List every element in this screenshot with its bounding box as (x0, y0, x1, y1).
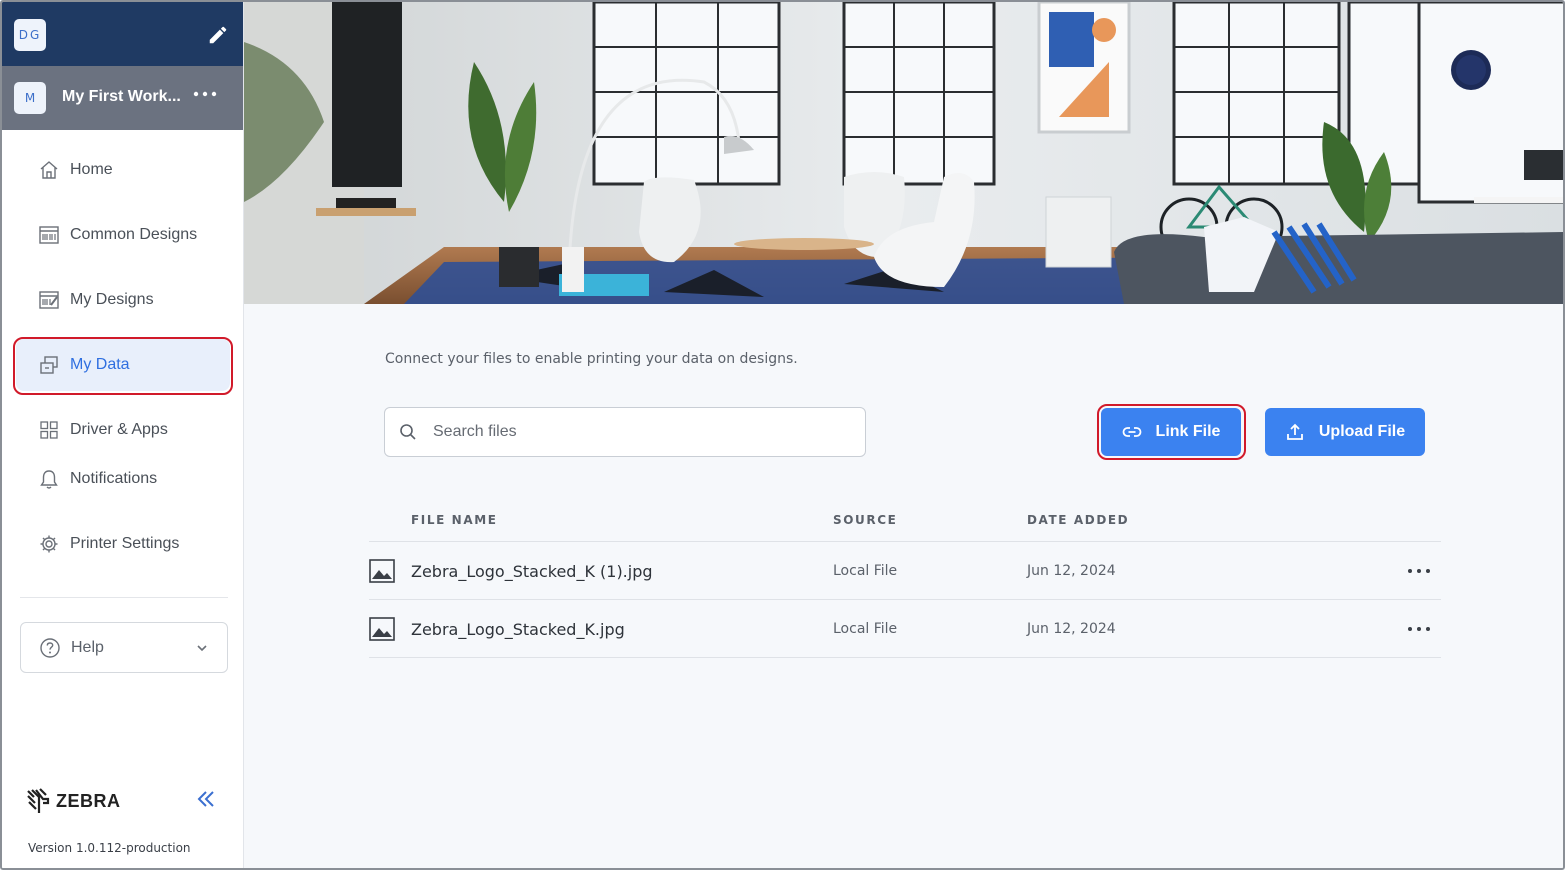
sidebar-header: DG (2, 2, 243, 66)
sidebar-item-my-data[interactable]: My Data (16, 339, 230, 391)
bell-icon (38, 468, 60, 490)
sidebar-item-home[interactable]: Home (16, 144, 230, 196)
sidebar-item-label: My Designs (70, 291, 154, 308)
version-text: Version 1.0.112-production (28, 841, 191, 855)
workspace-switcher[interactable]: M My First Work... (2, 66, 243, 130)
file-date: Jun 12, 2024 (1027, 621, 1116, 637)
file-name[interactable]: Zebra_Logo_Stacked_K.jpg (411, 620, 625, 639)
file-source: Local File (833, 563, 898, 579)
gear-icon (38, 533, 60, 555)
pencil-icon[interactable] (207, 24, 229, 46)
search-box[interactable] (384, 407, 866, 457)
help-dropdown[interactable]: Help (20, 622, 228, 673)
sidebar-item-label: My Data (70, 356, 130, 373)
upload-file-label: Upload File (1318, 423, 1406, 440)
workspace-name: My First Work... (62, 88, 181, 105)
column-header-file-name[interactable]: FILE NAME (411, 513, 498, 527)
upload-icon (1286, 423, 1303, 440)
brand-wordmark: ZEBRA (56, 790, 121, 811)
search-input[interactable] (433, 423, 833, 441)
file-date: Jun 12, 2024 (1027, 563, 1116, 579)
sidebar-item-label: Driver & Apps (70, 421, 168, 438)
workspace-avatar: M (14, 82, 46, 114)
table-row[interactable]: Zebra_Logo_Stacked_K (1).jpg Local File … (369, 542, 1441, 600)
help-label: Help (71, 638, 104, 656)
column-header-source[interactable]: SOURCE (833, 513, 897, 527)
link-file-button[interactable]: Link File (1101, 408, 1241, 456)
apps-grid-icon (38, 419, 60, 441)
table-row[interactable]: Zebra_Logo_Stacked_K.jpg Local File Jun … (369, 600, 1441, 658)
hero-banner-image (244, 2, 1563, 304)
chevron-down-icon (197, 645, 207, 652)
sidebar-item-driver-apps[interactable]: Driver & Apps (16, 404, 230, 456)
sidebar-divider (20, 597, 228, 598)
image-file-icon (369, 559, 395, 583)
upload-file-button[interactable]: Upload File (1265, 408, 1425, 456)
file-source: Local File (833, 621, 898, 637)
zebra-head-icon (27, 788, 50, 813)
file-name[interactable]: Zebra_Logo_Stacked_K (1).jpg (411, 562, 653, 581)
sidebar-item-label: Common Designs (70, 226, 198, 243)
page-description: Connect your files to enable printing yo… (385, 351, 798, 367)
app-window: DG M My First Work... Home Common Design… (0, 0, 1565, 870)
barcode-doc-icon (38, 224, 60, 246)
question-icon (40, 637, 60, 658)
files-table: FILE NAME SOURCE DATE ADDED Zebra_Logo_S… (369, 502, 1441, 658)
table-header: FILE NAME SOURCE DATE ADDED (369, 502, 1441, 542)
sidebar-item-printer-settings[interactable]: Printer Settings (16, 518, 230, 570)
column-header-date-added[interactable]: DATE ADDED (1027, 513, 1129, 527)
design-edit-icon (38, 289, 60, 311)
sidebar-item-label: Notifications (70, 470, 158, 487)
more-horizontal-icon[interactable] (1407, 622, 1431, 636)
zebra-logo: ZEBRA (26, 787, 121, 815)
link-file-label: Link File (1155, 423, 1221, 440)
more-horizontal-icon[interactable] (193, 86, 217, 102)
sidebar-item-notifications[interactable]: Notifications (16, 453, 230, 505)
more-horizontal-icon[interactable] (1407, 564, 1431, 578)
data-link-icon (38, 354, 60, 376)
user-avatar[interactable]: DG (14, 19, 46, 51)
collapse-sidebar-icon[interactable] (194, 787, 218, 811)
link-icon (1122, 427, 1141, 437)
sidebar: DG M My First Work... Home Common Design… (2, 2, 244, 868)
home-icon (38, 159, 60, 181)
image-file-icon (369, 617, 395, 641)
sidebar-item-common-designs[interactable]: Common Designs (16, 209, 230, 261)
sidebar-item-label: Printer Settings (70, 535, 180, 552)
main-content: Connect your files to enable printing yo… (244, 304, 1563, 868)
sidebar-item-label: Home (70, 161, 113, 178)
search-icon (400, 424, 416, 440)
sidebar-item-my-designs[interactable]: My Designs (16, 274, 230, 326)
